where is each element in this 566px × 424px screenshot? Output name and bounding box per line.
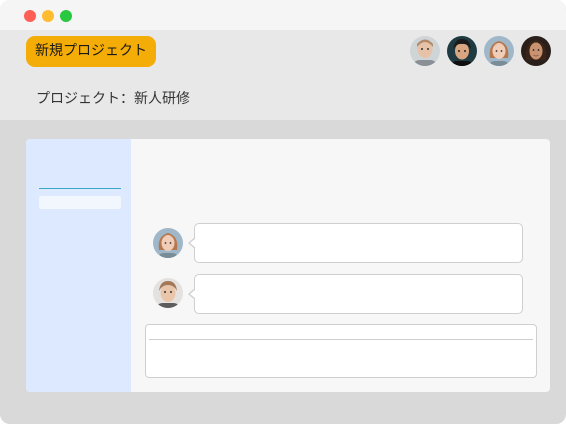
person-photo-icon: [410, 36, 440, 66]
person-photo-icon: [521, 36, 551, 66]
person-photo-icon: [153, 228, 183, 258]
composer-divider: [149, 339, 533, 340]
minimize-window-button[interactable]: [42, 10, 54, 22]
message-author-avatar[interactable]: [153, 228, 183, 258]
person-photo-icon: [153, 278, 183, 308]
new-project-button[interactable]: 新規プロジェクト: [26, 36, 156, 67]
sidebar-divider: [39, 188, 121, 189]
close-window-button[interactable]: [24, 10, 36, 22]
person-photo-icon: [484, 36, 514, 66]
message-composer: [145, 324, 537, 378]
sidebar-search-input[interactable]: [39, 196, 121, 209]
message-bubble[interactable]: [188, 223, 523, 263]
maximize-window-button[interactable]: [60, 10, 72, 22]
person-photo-icon: [447, 36, 477, 66]
message-bubble[interactable]: [188, 274, 523, 314]
composer-subject-input[interactable]: [149, 325, 533, 338]
member-avatar[interactable]: [484, 36, 514, 66]
app-window: 新規プロジェクト プロジェクト：新人研修: [0, 0, 566, 424]
member-avatar[interactable]: [447, 36, 477, 66]
composer-body-input[interactable]: [149, 341, 533, 375]
member-avatar[interactable]: [410, 36, 440, 66]
project-title: プロジェクト：新人研修: [36, 91, 190, 107]
title-bar: [0, 0, 566, 30]
sidebar: [26, 139, 131, 392]
member-avatar[interactable]: [521, 36, 551, 66]
chat-panel: [26, 139, 550, 392]
project-header: 新規プロジェクト プロジェクト：新人研修: [0, 30, 566, 120]
message-author-avatar[interactable]: [153, 278, 183, 308]
member-avatars: [410, 36, 551, 66]
